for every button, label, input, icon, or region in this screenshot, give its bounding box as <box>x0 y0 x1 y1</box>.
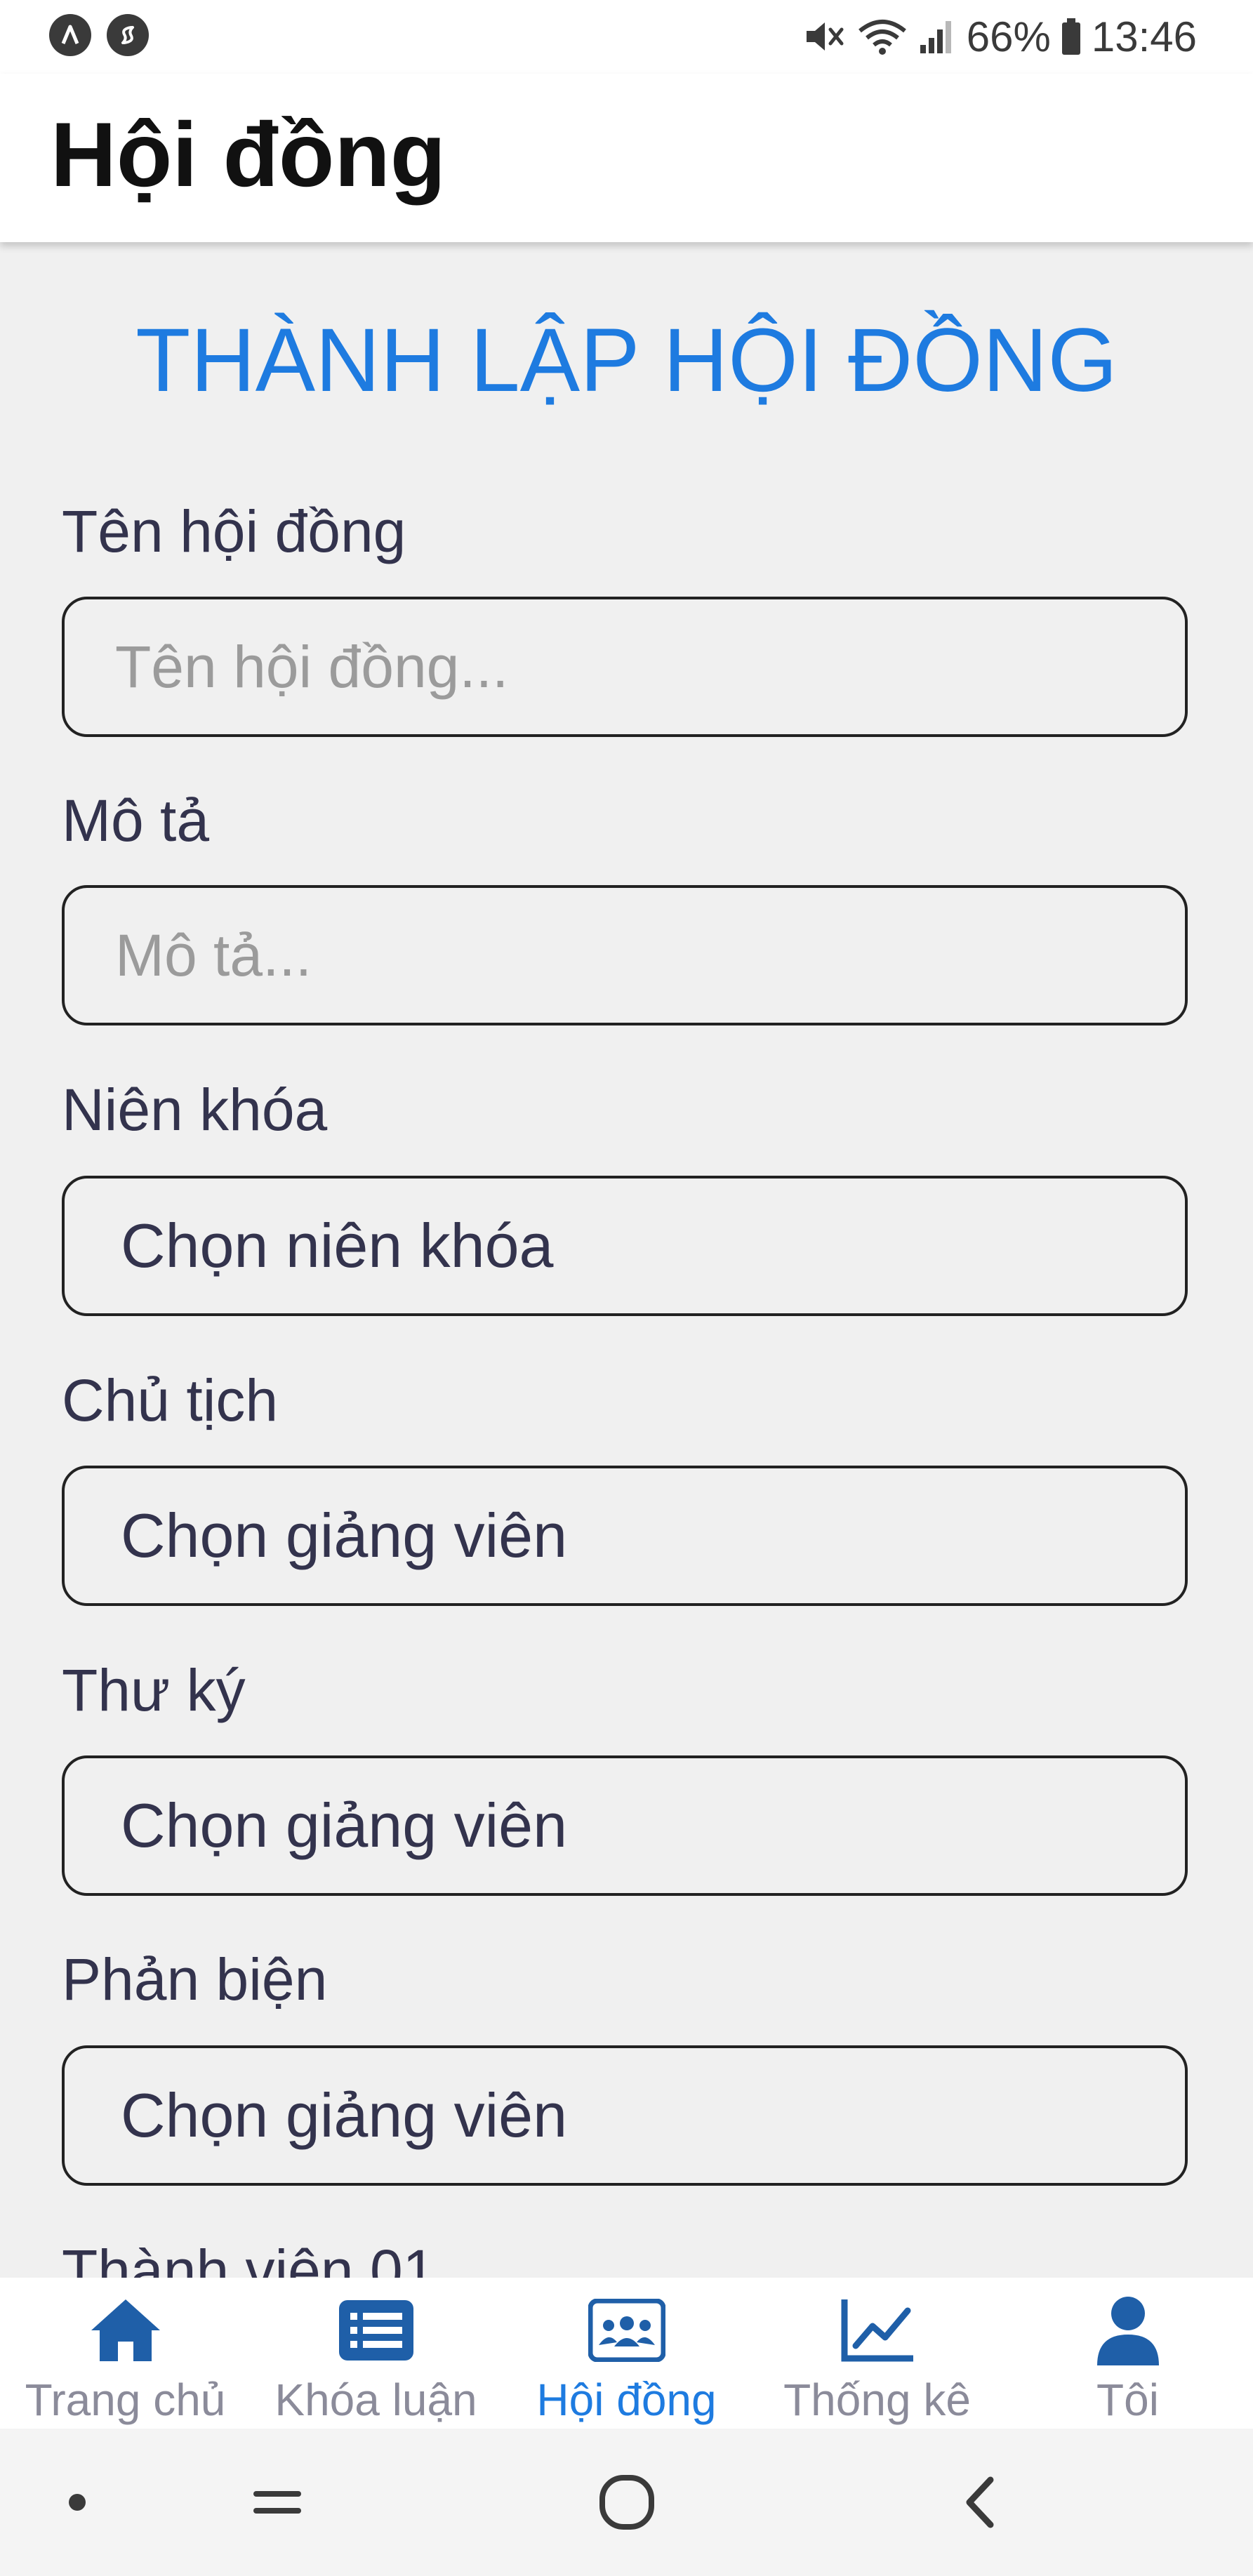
secretary-select[interactable]: Chọn giảng viên <box>62 1755 1188 1896</box>
secretary-select-value: Chọn giảng viên <box>121 1791 568 1860</box>
tab-thesis-label: Khóa luận <box>274 2375 477 2425</box>
council-name-field-box <box>62 597 1188 737</box>
reviewer-label: Phản biện <box>62 1946 328 2012</box>
bottom-tab-bar: Trang chủ Khóa luận Hội đồng Thống kê Tô… <box>0 2278 1253 2429</box>
tab-council-label: Hội đồng <box>536 2375 717 2425</box>
home-button[interactable] <box>586 2429 667 2576</box>
chart-icon <box>835 2292 920 2369</box>
description-label: Mô tả <box>62 788 210 854</box>
chairman-select[interactable]: Chọn giảng viên <box>62 1466 1188 1606</box>
academic-year-select[interactable]: Chọn niên khóa <box>62 1176 1188 1316</box>
reviewer-select-value: Chọn giảng viên <box>121 2080 568 2150</box>
form-title: THÀNH LẬP HỘI ĐỒNG <box>135 310 1118 411</box>
secretary-label: Thư ký <box>62 1657 246 1723</box>
page-title: Hội đồng <box>51 103 446 206</box>
a-app-icon <box>49 14 91 56</box>
user-icon <box>1086 2292 1170 2369</box>
status-system-icons: 66% 13:46 <box>802 10 1197 63</box>
home-icon <box>84 2292 168 2369</box>
tab-council[interactable]: Hội đồng <box>501 2278 752 2429</box>
tab-profile-label: Tôi <box>1096 2375 1159 2425</box>
tab-home[interactable]: Trang chủ <box>0 2278 251 2429</box>
mute-icon <box>802 17 847 56</box>
description-field-box <box>62 885 1188 1025</box>
member-01-label: Thành viên 01 <box>62 2238 436 2278</box>
reviewer-select[interactable]: Chọn giảng viên <box>62 2045 1188 2186</box>
academic-year-select-value: Chọn niên khóa <box>121 1211 554 1280</box>
chairman-label: Chủ tịch <box>62 1367 279 1433</box>
system-navigation-bar <box>0 2429 1253 2576</box>
status-time: 13:46 <box>1091 13 1197 60</box>
status-bar: 66% 13:46 <box>0 0 1253 74</box>
group-icon <box>585 2292 669 2369</box>
council-name-input[interactable] <box>65 599 1185 734</box>
chairman-select-value: Chọn giảng viên <box>121 1501 568 1570</box>
battery-icon <box>1061 17 1082 56</box>
shazam-icon <box>107 14 149 56</box>
council-name-label: Tên hội đồng <box>62 498 406 564</box>
description-input[interactable] <box>65 888 1185 1023</box>
tab-statistics-label: Thống kê <box>783 2375 971 2425</box>
tab-thesis[interactable]: Khóa luận <box>251 2278 501 2429</box>
tab-statistics[interactable]: Thống kê <box>752 2278 1002 2429</box>
tab-home-label: Trang chủ <box>25 2375 226 2425</box>
status-notification-icons <box>49 14 149 56</box>
create-council-form: THÀNH LẬP HỘI ĐỒNG Tên hội đồng Mô tả Ni… <box>0 242 1253 2278</box>
academic-year-label: Niên khóa <box>62 1077 328 1143</box>
back-button[interactable] <box>948 2429 1011 2576</box>
list-icon <box>334 2292 418 2369</box>
recents-button[interactable] <box>239 2429 316 2576</box>
tab-profile[interactable]: Tôi <box>1002 2278 1253 2429</box>
wifi-icon <box>857 17 908 56</box>
dot-button[interactable] <box>56 2429 98 2576</box>
app-header: Hội đồng <box>0 74 1253 242</box>
signal-icon <box>917 17 957 56</box>
battery-percent: 66% <box>966 13 1051 60</box>
